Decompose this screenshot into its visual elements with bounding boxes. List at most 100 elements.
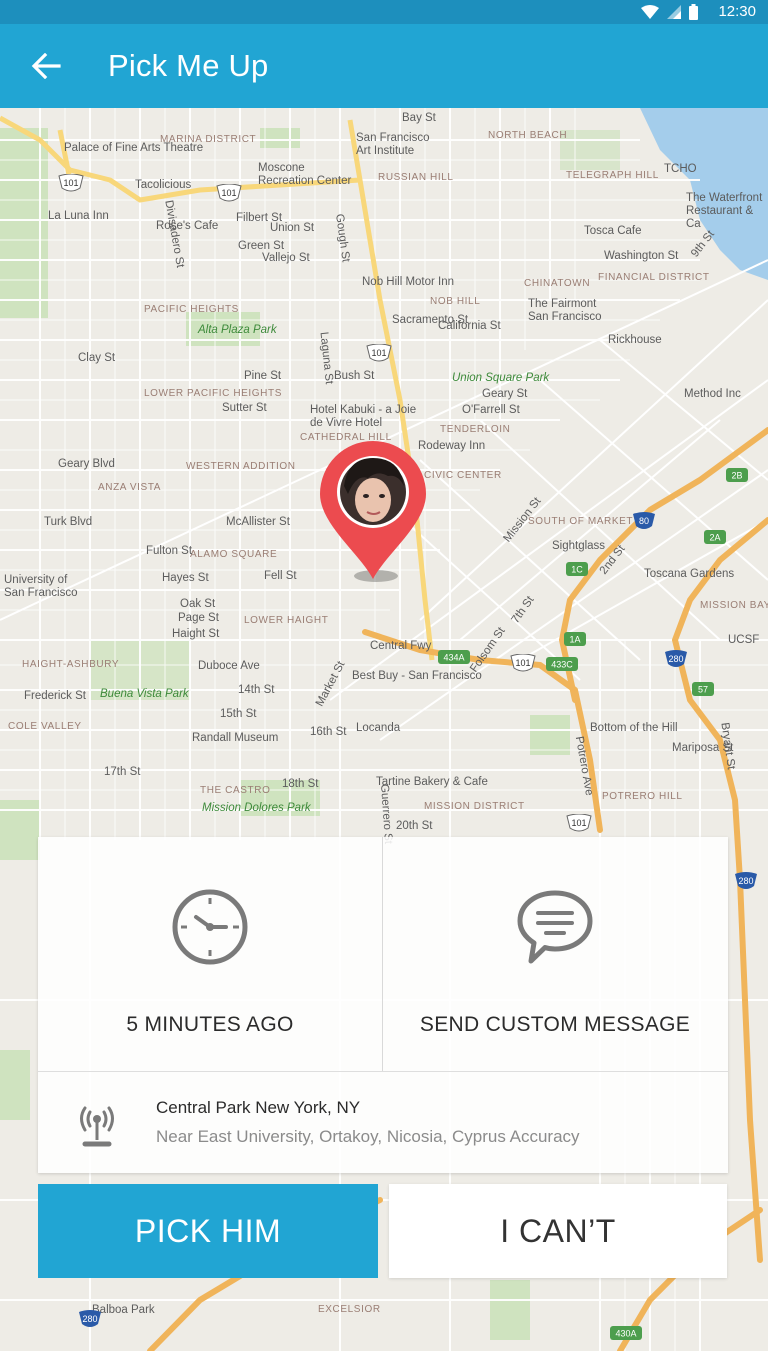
highway-shield: 280 [79, 1310, 101, 1327]
map-label: THE CASTRO [200, 785, 271, 796]
svg-text:80: 80 [639, 516, 649, 526]
svg-text:2A: 2A [709, 533, 720, 543]
svg-text:57: 57 [698, 685, 708, 695]
svg-text:101: 101 [371, 348, 386, 358]
time-ago-label: 5 MINUTES AGO [126, 1013, 294, 1036]
map-label: Rickhouse [608, 334, 662, 346]
map-label: LOWER HAIGHT [244, 615, 329, 626]
map-label: Sutter St [222, 402, 267, 414]
highway-shield: 101 [366, 344, 392, 362]
cant-button[interactable]: I CAN’T [389, 1184, 727, 1278]
highway-shield: 434A [438, 650, 470, 664]
map-label: NOB HILL [430, 296, 481, 307]
arrow-left-icon [31, 53, 61, 79]
map-label: TELEGRAPH HILL [566, 170, 659, 181]
svg-text:101: 101 [571, 818, 586, 828]
map-label: COLE VALLEY [8, 721, 82, 732]
svg-text:101: 101 [221, 188, 236, 198]
map-label: RUSSIAN HILL [378, 172, 454, 183]
map-label: California St [438, 320, 501, 332]
highway-shield: 280 [665, 650, 687, 667]
map-label: 16th St [310, 726, 347, 738]
map-label: Green St [238, 240, 285, 252]
map-label: HAIGHT-ASHBURY [22, 659, 120, 670]
svg-text:280: 280 [82, 1314, 97, 1324]
map-label: Nob Hill Motor Inn [362, 276, 455, 288]
map-label: Geary St [482, 388, 528, 400]
map-label: Locanda [356, 722, 401, 734]
map-label: EXCELSIOR [318, 1304, 381, 1315]
map-label: CIVIC CENTER [424, 470, 502, 481]
highway-shield: 101 [216, 184, 242, 202]
map-pin-icon [320, 441, 426, 582]
svg-text:280: 280 [738, 876, 753, 886]
svg-text:101: 101 [515, 658, 530, 668]
map-label: Bottom of the Hill [590, 722, 678, 734]
highway-shield: 57 [692, 682, 714, 696]
map-label: 17th St [104, 766, 141, 778]
app-bar: Pick Me Up [0, 24, 768, 108]
map-label: PACIFIC HEIGHTS [144, 304, 239, 315]
back-button[interactable] [28, 48, 64, 84]
map-label: 14th St [238, 684, 275, 696]
map-label: Randall Museum [192, 732, 279, 744]
wifi-icon [641, 5, 659, 19]
time-ago-tile[interactable]: 5 MINUTES AGO [38, 837, 382, 1071]
map-label: LOWER PACIFIC HEIGHTS [144, 388, 282, 399]
highway-shield: 101 [566, 814, 592, 832]
map-label: The Waterfront Restaurant & Ca [686, 192, 763, 230]
status-bar: 12:30 [0, 0, 768, 24]
location-pin[interactable] [318, 436, 428, 586]
map-label: Clay St [78, 352, 116, 364]
map-label: Hayes St [162, 572, 209, 584]
send-message-tile[interactable]: SEND CUSTOM MESSAGE [383, 837, 727, 1071]
map-label: MISSION DISTRICT [424, 801, 525, 812]
status-icons [641, 4, 698, 20]
map-label: McAllister St [226, 516, 290, 528]
highway-shield: 280 [735, 872, 757, 889]
map-label: MISSION BAY [700, 600, 768, 611]
location-title: Central Park New York, NY [156, 1098, 361, 1117]
map-label: Bush St [334, 370, 375, 382]
map-label: Best Buy - San Francisco [352, 670, 482, 682]
map-label: TCHO [664, 163, 697, 175]
svg-text:2B: 2B [731, 471, 742, 481]
map-label: San Francisco Art Institute [356, 132, 430, 157]
map-label: La Luna Inn [48, 210, 109, 222]
map-label: Rodeway Inn [418, 440, 486, 452]
location-row: Central Park New York, NY Near East Univ… [38, 1072, 728, 1173]
map-label: Tartine Bakery & Cafe [376, 776, 488, 788]
map-label: Duboce Ave [198, 660, 260, 672]
svg-text:280: 280 [668, 654, 683, 664]
map-label: The Fairmont San Francisco [528, 298, 602, 323]
page-title: Pick Me Up [108, 48, 269, 83]
pick-him-button[interactable]: PICK HIM [38, 1184, 378, 1278]
map-label: O'Farrell St [462, 404, 520, 416]
map-label: Vallejo St [262, 252, 310, 264]
map-label: MARINA DISTRICT [160, 134, 257, 145]
map-label: Mission Dolores Park [202, 802, 311, 814]
map-label: Union St [270, 222, 315, 234]
map-label: Moscone Recreation Center [258, 162, 352, 187]
map-label: University of San Francisco [4, 574, 78, 599]
map-label: ALAMO SQUARE [190, 549, 278, 560]
map-label: Sightglass [552, 540, 606, 552]
svg-text:1C: 1C [571, 565, 583, 575]
highway-shield: 101 [58, 174, 84, 192]
svg-text:430A: 430A [615, 1329, 636, 1339]
map-label: Geary Blvd [58, 458, 115, 470]
antenna-icon [80, 1106, 114, 1147]
map-label: Method Inc [684, 388, 741, 400]
map-label: UCSF [728, 634, 760, 646]
highway-shield: 1C [566, 562, 588, 576]
map-label: FINANCIAL DISTRICT [598, 272, 710, 283]
map-label: POTRERO HILL [602, 791, 683, 802]
pickup-info-card: 5 MINUTES AGO SEND CUSTOM MESSAGE Centra… [38, 837, 728, 1173]
location-subtitle: Near East University, Ortakoy, Nicosia, … [156, 1127, 580, 1146]
map-label: WESTERN ADDITION [186, 461, 296, 472]
map-label: Central Fwy [370, 640, 432, 652]
map-label: SOUTH OF MARKET [528, 516, 634, 527]
highway-shield: 2B [726, 468, 748, 482]
map-label: Washington St [604, 250, 679, 262]
highway-shield: 101 [510, 654, 536, 672]
